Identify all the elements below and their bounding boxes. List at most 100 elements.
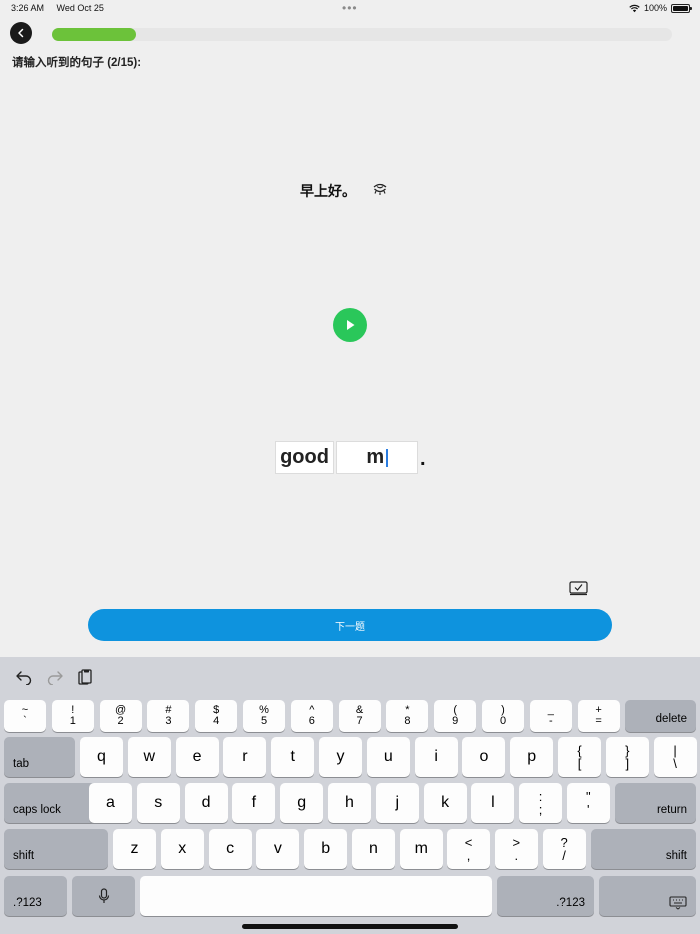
key-base-symbol: 9 <box>452 715 459 727</box>
key--[interactable]: _ - <box>529 700 572 732</box>
key-9[interactable]: (9 <box>434 700 477 732</box>
key-sym-row4-1[interactable]: >. <box>494 829 538 869</box>
key-r[interactable]: r <box>223 737 267 777</box>
key-sym-row3-1[interactable]: " ' <box>566 783 610 823</box>
key-label: m <box>414 840 428 857</box>
key-label: d <box>201 794 211 811</box>
hide-keyboard-key[interactable] <box>599 876 696 916</box>
key-sym-2[interactable]: | \ <box>653 737 697 777</box>
numbers-right-key[interactable]: .?123 <box>497 876 594 916</box>
delete-key[interactable]: delete <box>625 700 696 732</box>
word-input-2[interactable]: m <box>336 441 418 474</box>
play-audio-button[interactable] <box>333 308 367 342</box>
shift-left-key[interactable]: shift <box>4 829 108 869</box>
key-sym-0[interactable]: {[ <box>558 737 601 777</box>
shift-right-key[interactable]: shift <box>591 829 696 869</box>
key-label: f <box>251 794 257 811</box>
key-f[interactable]: f <box>232 783 276 823</box>
key-base-symbol: 6 <box>308 715 315 727</box>
key-j[interactable]: j <box>375 783 419 823</box>
key-base-symbol: 4 <box>213 715 220 727</box>
key-p[interactable]: p <box>510 737 554 777</box>
key-6[interactable]: ^ 6 <box>290 700 333 732</box>
key-sym-row4-2[interactable]: ? / <box>542 829 586 869</box>
key-n[interactable]: n <box>352 829 395 869</box>
key-sym-row4-0[interactable]: <, <box>447 829 490 869</box>
key-label: i <box>434 748 438 765</box>
key-label: r <box>242 748 248 765</box>
space-bar[interactable] <box>140 876 492 916</box>
sentence-punctuation: . <box>420 448 426 470</box>
key-base-symbol: 2 <box>117 715 124 727</box>
dictation-key[interactable] <box>72 876 135 916</box>
key-label: n <box>369 840 378 857</box>
key-g[interactable]: g <box>280 783 324 823</box>
key-base-symbol: ; <box>538 802 543 817</box>
key-label: w <box>143 748 156 765</box>
back-button[interactable] <box>10 22 32 44</box>
key-7[interactable]: & 7 <box>338 700 381 732</box>
key-base-symbol: ` <box>23 715 27 727</box>
key-z[interactable]: z <box>113 829 156 869</box>
key-label: c <box>226 840 235 857</box>
next-question-button[interactable]: 下一题 <box>88 609 612 641</box>
key-5[interactable]: % 5 <box>243 700 285 732</box>
key-label: y <box>336 748 345 765</box>
key-i[interactable]: i <box>414 737 458 777</box>
key-`[interactable]: ~ ` <box>4 700 46 732</box>
key-8[interactable]: * 8 <box>386 700 429 732</box>
multitasking-dots[interactable]: ••• <box>342 1 358 15</box>
hide-eye-icon[interactable] <box>372 183 388 197</box>
play-icon <box>347 320 355 330</box>
key-label: delete <box>655 713 687 725</box>
key-s[interactable]: s <box>136 783 180 823</box>
key-o[interactable]: o <box>462 737 506 777</box>
check-icon[interactable] <box>569 580 588 596</box>
key-sym-row3-0[interactable]: :; <box>519 783 562 823</box>
key-label: o <box>479 748 489 765</box>
progress-fill <box>52 28 136 41</box>
key-y[interactable]: y <box>319 737 362 777</box>
key-c[interactable]: c <box>208 829 252 869</box>
key-base-symbol: ' <box>587 802 590 817</box>
key-sym-1[interactable]: }] <box>605 737 649 777</box>
key-2[interactable]: @2 <box>99 700 142 732</box>
key-l[interactable]: l <box>471 783 515 823</box>
key-label: .?123 <box>13 897 42 909</box>
numbers-left-key[interactable]: .?123 <box>4 876 67 916</box>
caps-lock-key[interactable]: caps lock <box>4 783 102 823</box>
key-label: v <box>273 840 282 857</box>
key-base-symbol: = <box>595 715 602 727</box>
key-m[interactable]: m <box>399 829 443 869</box>
key-0[interactable]: ) 0 <box>482 700 524 732</box>
undo-icon[interactable] <box>15 669 33 685</box>
key-=[interactable]: + = <box>577 700 620 732</box>
key-base-symbol: [ <box>577 756 582 771</box>
key-t[interactable]: t <box>271 737 315 777</box>
paste-icon[interactable] <box>77 669 93 687</box>
key-v[interactable]: v <box>256 829 300 869</box>
key-label: s <box>154 794 163 811</box>
key-1[interactable]: ! 1 <box>51 700 94 732</box>
key-3[interactable]: #3 <box>147 700 190 732</box>
key-h[interactable]: h <box>328 783 371 823</box>
key-label: q <box>97 748 106 765</box>
key-e[interactable]: e <box>175 737 219 777</box>
return-key[interactable]: return <box>615 783 696 823</box>
key-q[interactable]: q <box>80 737 123 777</box>
wifi-icon <box>629 4 640 12</box>
key-a[interactable]: a <box>89 783 132 823</box>
key-x[interactable]: x <box>160 829 204 869</box>
key-d[interactable]: d <box>184 783 228 823</box>
key-b[interactable]: b <box>304 829 348 869</box>
key-label: shift <box>665 850 687 862</box>
key-k[interactable]: k <box>423 783 467 823</box>
key-w[interactable]: w <box>127 737 171 777</box>
word-input-1[interactable]: good <box>275 441 334 474</box>
tab-key[interactable]: tab <box>4 737 75 777</box>
keyboard-dismiss-icon <box>669 896 687 910</box>
key-u[interactable]: u <box>366 737 410 777</box>
chinese-sentence: 早上好。 <box>300 183 356 199</box>
key-4[interactable]: $4 <box>195 700 238 732</box>
redo-icon[interactable] <box>46 669 64 685</box>
